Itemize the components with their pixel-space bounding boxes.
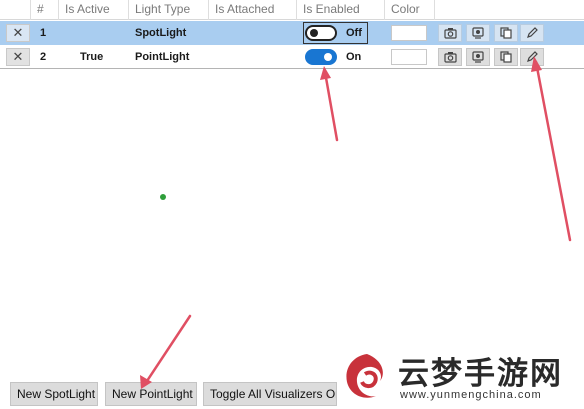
- color-swatch[interactable]: [391, 49, 427, 65]
- row-is-active: True: [80, 51, 104, 63]
- edit-button[interactable]: [520, 48, 544, 66]
- new-pointlight-button[interactable]: New PointLight: [105, 382, 197, 406]
- copy-icon: [500, 51, 512, 63]
- table-divider: [0, 68, 584, 69]
- column-header-color[interactable]: Color: [384, 0, 434, 20]
- table-header: # Is Active Light Type Is Attached Is En…: [0, 0, 584, 20]
- annotation-arrow: [531, 56, 572, 242]
- camera-button[interactable]: [438, 24, 462, 42]
- camera-button[interactable]: [438, 48, 462, 66]
- viewport-marker-dot: [160, 194, 166, 200]
- camera-icon: [444, 52, 457, 63]
- watermark-logo-icon: [346, 354, 383, 398]
- watermark-url: www.yunmengchina.com: [400, 389, 542, 401]
- new-spotlight-button[interactable]: New SpotLight: [10, 382, 98, 406]
- enabled-toggle-label: On: [346, 51, 362, 63]
- copy-icon: [500, 27, 512, 39]
- copy-button[interactable]: [494, 24, 518, 42]
- annotation-arrow: [320, 66, 339, 142]
- close-icon: ✕: [12, 49, 24, 64]
- visualizer-button[interactable]: [466, 24, 490, 42]
- visualizer-icon: [472, 51, 484, 63]
- column-header-is-enabled[interactable]: Is Enabled: [296, 0, 384, 20]
- row-index: 1: [40, 27, 47, 39]
- table-row[interactable]: ✕ 2 True PointLight On: [0, 45, 584, 69]
- enabled-toggle-label: Off: [346, 27, 362, 39]
- row-light-type: SpotLight: [135, 27, 187, 39]
- visualizer-button[interactable]: [466, 48, 490, 66]
- watermark: 云梦手游网 www.yunmengchina.com: [338, 346, 584, 409]
- delete-light-button[interactable]: ✕: [6, 24, 30, 42]
- column-header-light-type[interactable]: Light Type: [128, 0, 208, 20]
- row-index: 2: [40, 51, 47, 63]
- edit-icon: [527, 51, 538, 62]
- enabled-toggle[interactable]: [305, 25, 337, 41]
- table-row[interactable]: ✕ 1 SpotLight Off: [0, 21, 584, 45]
- camera-icon: [444, 28, 457, 39]
- column-header-index[interactable]: #: [30, 0, 58, 20]
- copy-button[interactable]: [494, 48, 518, 66]
- toggle-knob: [324, 53, 332, 61]
- toggle-knob: [310, 29, 318, 37]
- edit-button[interactable]: [520, 24, 544, 42]
- enabled-toggle[interactable]: [305, 49, 337, 65]
- column-header-actions: [434, 0, 584, 20]
- column-header-is-attached[interactable]: Is Attached: [208, 0, 296, 20]
- delete-light-button[interactable]: ✕: [6, 48, 30, 66]
- close-icon: ✕: [12, 25, 24, 40]
- color-swatch[interactable]: [391, 25, 427, 41]
- edit-icon: [527, 27, 538, 38]
- annotation-arrow: [140, 314, 192, 389]
- toggle-all-visualizers-button[interactable]: Toggle All Visualizers On: [203, 382, 337, 406]
- column-header-is-active[interactable]: Is Active: [58, 0, 128, 20]
- visualizer-icon: [472, 27, 484, 39]
- watermark-chinese-text: 云梦手游网: [398, 356, 563, 392]
- row-light-type: PointLight: [135, 51, 190, 63]
